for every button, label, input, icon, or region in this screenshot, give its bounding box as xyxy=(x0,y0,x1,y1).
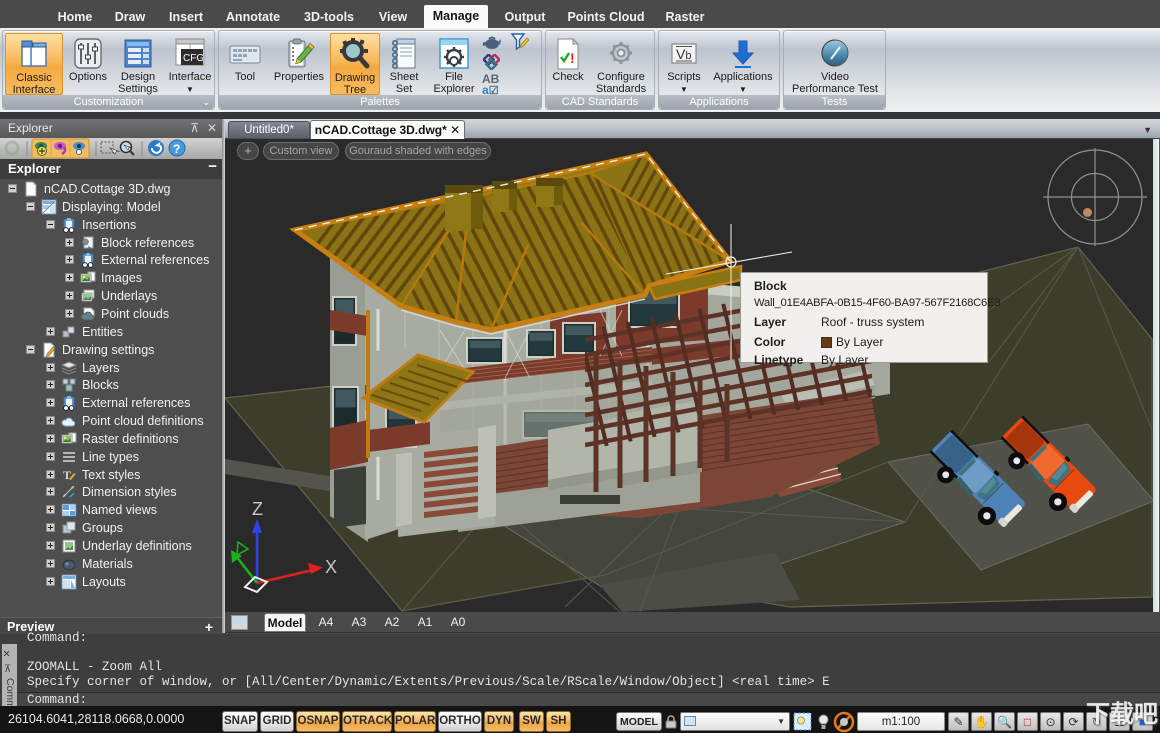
svg-text:?: ? xyxy=(173,142,180,156)
svg-text:!: ! xyxy=(570,50,575,66)
svg-text:Z: Z xyxy=(252,499,263,519)
svg-text:X: X xyxy=(325,557,337,577)
svg-text:CFG: CFG xyxy=(183,53,204,64)
